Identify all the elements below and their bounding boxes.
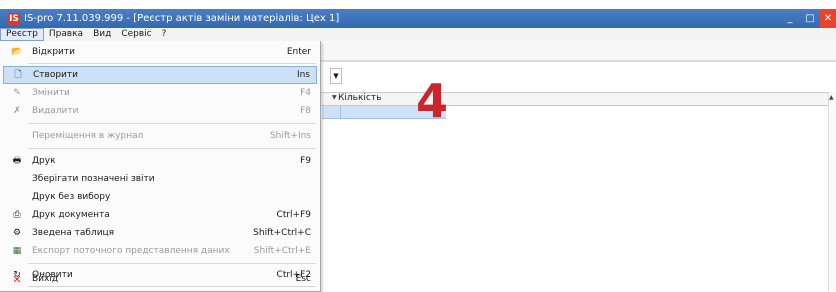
- menu-item-edit[interactable]: ✎ Змінити F4: [3, 84, 317, 102]
- menu-registry[interactable]: Реєстр: [0, 28, 44, 41]
- menu-item-print-without-choice[interactable]: Друк без вибору: [3, 188, 317, 206]
- open-folder-icon: 📂: [11, 47, 23, 57]
- menu-item-move-to-journal[interactable]: Переміщення в журнал Shift+Ins: [3, 127, 317, 145]
- title-bar: IS IS-pro 7.11.039.999 - [Реєстр актів з…: [0, 9, 836, 28]
- menu-item-print-document[interactable]: ⎙ Друк документа Ctrl+F9: [3, 206, 317, 224]
- menu-separator: [28, 63, 316, 64]
- menu-item-export-view[interactable]: ▦ Експорт поточного представлення даних …: [3, 242, 317, 260]
- chevron-down-icon[interactable]: ▼: [330, 68, 342, 84]
- edit-document-icon: ✎: [13, 88, 21, 98]
- create-document-icon: 🗋: [14, 70, 22, 80]
- menu-item-print[interactable]: 🖶 Друк F9: [3, 152, 317, 170]
- annotation-number: 4: [416, 74, 449, 128]
- menu-separator: [28, 263, 316, 264]
- app-logo-icon: IS: [8, 12, 20, 25]
- menu-help[interactable]: ?: [157, 28, 172, 41]
- pivot-table-icon: ⚙: [12, 228, 22, 238]
- menu-item-delete[interactable]: ✗ Видалити F8: [3, 102, 317, 120]
- menu-bar: Реєстр Правка Вид Сервіс ?: [0, 28, 836, 41]
- menu-item-save-marked-reports[interactable]: Зберігати позначені звіти: [3, 170, 317, 188]
- delete-document-icon: ✗: [13, 106, 21, 116]
- grid-header: [320, 92, 836, 106]
- vertical-scrollbar[interactable]: [828, 92, 836, 291]
- menu-edit[interactable]: Правка: [44, 28, 88, 41]
- window-title: IS-pro 7.11.039.999 - [Реєстр актів замі…: [24, 13, 340, 24]
- toolbar-area: [320, 41, 836, 62]
- exit-icon: ✕: [12, 272, 22, 286]
- excel-export-icon: ▦: [12, 246, 22, 256]
- menu-item-pivot-table[interactable]: ⚙ Зведена таблиця Shift+Ctrl+C: [3, 224, 317, 242]
- menu-service[interactable]: Сервіс: [116, 28, 156, 41]
- column-quantity-header[interactable]: Кількість: [338, 93, 381, 103]
- sort-arrow-icon[interactable]: ▼: [332, 94, 337, 101]
- printer-icon: 🖶: [12, 156, 22, 166]
- close-icon[interactable]: ✕: [820, 9, 836, 28]
- menu-separator: [28, 148, 316, 149]
- window-controls: _ □ ✕: [780, 9, 836, 28]
- menu-separator: [28, 123, 316, 124]
- minimize-button[interactable]: _: [780, 9, 800, 28]
- scroll-up-icon[interactable]: ▲: [829, 94, 834, 101]
- maximize-button[interactable]: □: [800, 9, 820, 28]
- print-document-icon: ⎙: [13, 210, 21, 220]
- menu-item-create[interactable]: 🗋 Створити Ins: [3, 66, 317, 84]
- menu-item-exit[interactable]: ✕ Вихід Esc: [3, 270, 317, 288]
- top-strip: [0, 0, 836, 9]
- toolbar-divider: [320, 60, 836, 61]
- registry-dropdown-menu: 📂 Відкрити Enter 🗋 Створити Ins ✎ Змінит…: [0, 41, 321, 292]
- menu-item-open[interactable]: 📂 Відкрити Enter: [3, 43, 317, 61]
- menu-view[interactable]: Вид: [88, 28, 116, 41]
